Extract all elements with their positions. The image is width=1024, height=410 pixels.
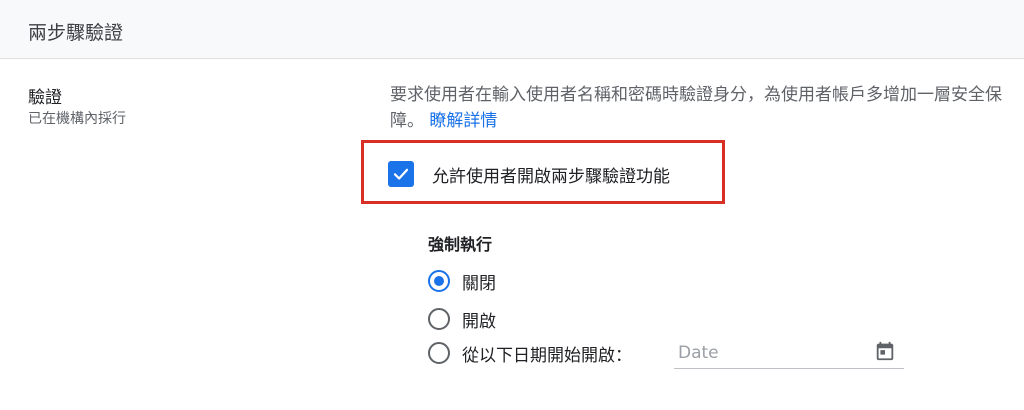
learn-more-link[interactable]: 瞭解詳情: [429, 111, 497, 131]
radio-option-from-date[interactable]: 從以下日期開始開啟：: [428, 340, 632, 366]
setting-description: 要求使用者在輸入使用者名稱和密碼時驗證身分，為使用者帳戶多增加一層安全保障。 瞭…: [390, 82, 1015, 134]
calendar-icon[interactable]: [874, 340, 896, 362]
radio-label-on: 開啟: [462, 311, 496, 332]
radio-option-off[interactable]: 關閉: [428, 268, 496, 294]
allow-two-step-checkbox-row[interactable]: 允許使用者開啟兩步驟驗證功能: [388, 160, 670, 188]
setting-status: 已在機構內採行: [28, 111, 126, 127]
allow-two-step-label: 允許使用者開啟兩步驟驗證功能: [432, 166, 670, 187]
checkmark-icon: [393, 168, 409, 180]
radio-selected-dot: [434, 276, 444, 286]
radio-option-on[interactable]: 開啟: [428, 306, 496, 332]
radio-button-on[interactable]: [428, 308, 450, 330]
allow-two-step-checkbox[interactable]: [388, 161, 414, 187]
date-field[interactable]: [674, 336, 904, 369]
setting-name: 驗證: [28, 88, 62, 108]
radio-label-from-date: 從以下日期開始開啟：: [462, 345, 632, 366]
enforcement-title: 強制執行: [428, 235, 493, 254]
page-header: 兩步驟驗證: [0, 0, 1024, 59]
date-input[interactable]: [676, 340, 860, 366]
radio-button-off[interactable]: [428, 270, 450, 292]
page-title: 兩步驟驗證: [28, 22, 124, 44]
radio-button-from-date[interactable]: [428, 342, 450, 364]
radio-label-off: 關閉: [462, 273, 496, 294]
